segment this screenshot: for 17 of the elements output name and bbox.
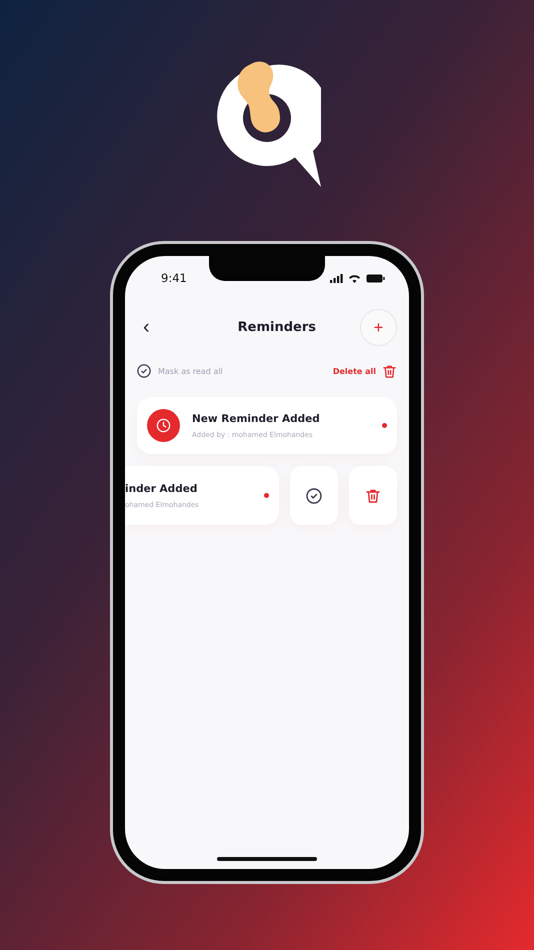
- reminder-title: inder Added: [125, 482, 198, 494]
- signal-icon: [330, 274, 343, 282]
- clock-icon: [156, 418, 171, 433]
- check-circle-icon: [137, 364, 151, 378]
- delete-button[interactable]: [349, 466, 397, 525]
- wifi-icon: [348, 274, 361, 282]
- reminder-title: New Reminder Added: [192, 412, 321, 424]
- mark-read-button[interactable]: [290, 466, 338, 525]
- battery-icon: [366, 274, 385, 282]
- back-button[interactable]: ‹: [139, 317, 154, 337]
- delete-all-button[interactable]: Delete all: [332, 364, 397, 378]
- page-title: Reminders: [238, 320, 316, 334]
- trash-icon: [365, 488, 381, 504]
- check-circle-icon: [306, 488, 322, 504]
- trash-icon: [382, 364, 397, 378]
- status-time: 9:41: [161, 271, 187, 285]
- add-button[interactable]: +: [360, 308, 397, 346]
